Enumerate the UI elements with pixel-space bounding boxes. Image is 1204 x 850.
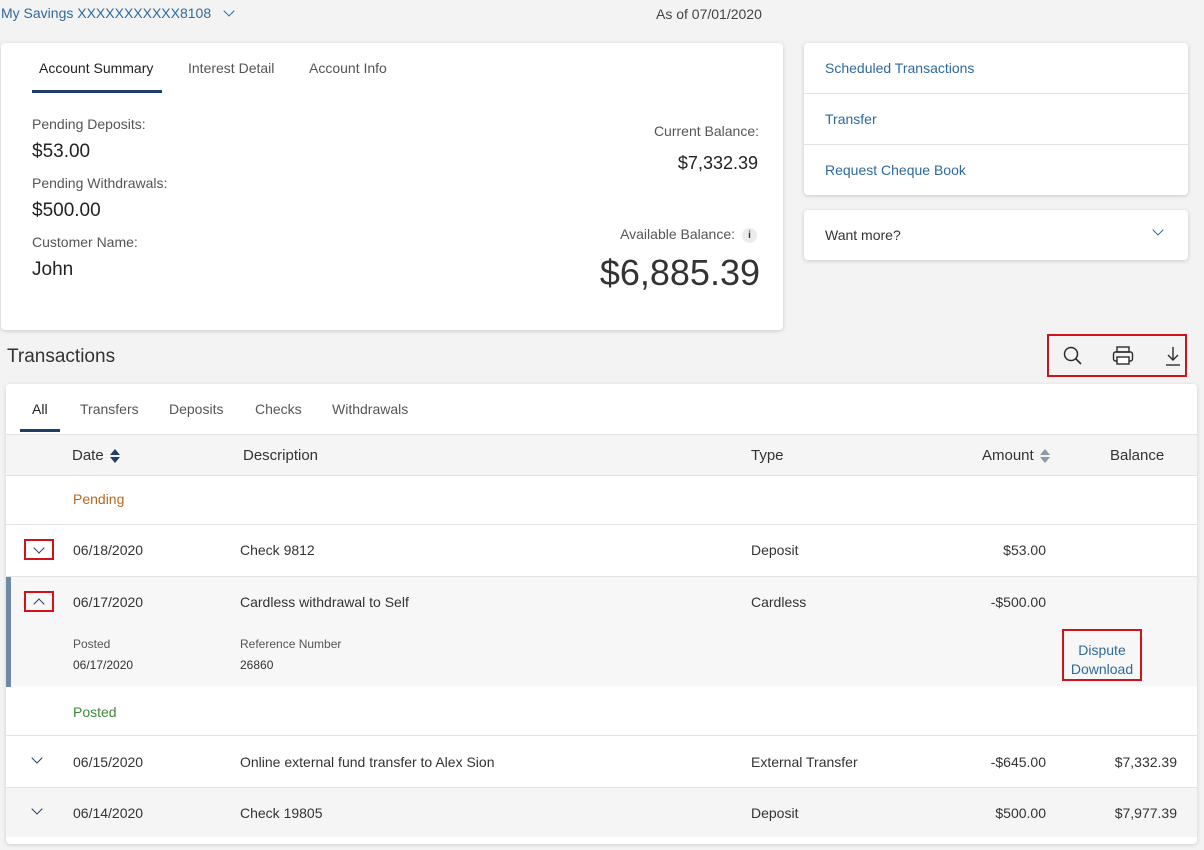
row-amount: $53.00	[1003, 542, 1046, 558]
available-balance-label-wrap: Available Balance: i	[620, 226, 757, 243]
customer-name-label: Customer Name:	[32, 234, 138, 250]
tab-transfers[interactable]: Transfers	[80, 401, 139, 417]
row-amount: $500.00	[995, 805, 1046, 821]
download-icon[interactable]	[1161, 344, 1185, 368]
account-selector-label: My Savings XXXXXXXXXXX8108	[1, 5, 212, 21]
posted-section-header: Posted	[6, 686, 1197, 736]
search-icon[interactable]	[1061, 344, 1085, 368]
detail-posted-value: 06/17/2020	[73, 658, 134, 672]
chevron-down-icon	[33, 542, 45, 554]
table-row[interactable]: 06/18/2020 Check 9812 Deposit $53.00	[6, 524, 1197, 576]
description-column-header: Description	[243, 447, 319, 464]
active-tab-indicator	[32, 90, 162, 93]
info-icon[interactable]: i	[742, 227, 757, 243]
date-column-header[interactable]: Date	[72, 447, 120, 464]
tab-interest-detail[interactable]: Interest Detail	[188, 60, 274, 76]
quick-links-card: Scheduled Transactions Transfer Request …	[804, 43, 1188, 195]
dispute-link[interactable]: Dispute	[1064, 641, 1140, 660]
tab-deposits[interactable]: Deposits	[169, 401, 223, 417]
transactions-table: All Transfers Deposits Checks Withdrawal…	[6, 384, 1197, 844]
dispute-download-actions: Dispute Download	[1062, 629, 1142, 681]
chevron-down-icon	[31, 752, 43, 764]
table-row[interactable]: 06/15/2020 Online external fund transfer…	[6, 737, 1197, 787]
row-date: 06/14/2020	[73, 805, 144, 821]
row-balance: $7,332.39	[1114, 754, 1177, 770]
want-more-label: Want more?	[825, 227, 901, 243]
type-column-header: Type	[751, 447, 784, 464]
table-row[interactable]: 06/14/2020 Check 19805 Deposit $500.00 $…	[6, 787, 1197, 837]
active-tab-indicator	[20, 429, 60, 432]
as-of-date: As of 07/01/2020	[656, 6, 762, 22]
date-header-label: Date	[72, 447, 104, 464]
transactions-title: Transactions	[7, 346, 116, 367]
detail-reference-label: Reference Number	[240, 637, 342, 651]
amount-header-label: Amount	[982, 447, 1034, 464]
pending-withdrawals-value: $500.00	[32, 200, 101, 221]
available-balance-label: Available Balance:	[620, 226, 735, 242]
row-amount: -$645.00	[990, 754, 1046, 770]
pending-deposits-label: Pending Deposits:	[32, 116, 146, 132]
chevron-down-icon	[223, 4, 235, 17]
tab-account-info[interactable]: Account Info	[309, 60, 387, 76]
detail-posted-label: Posted	[73, 637, 111, 651]
expand-row-button[interactable]	[24, 751, 54, 772]
tab-account-summary[interactable]: Account Summary	[39, 60, 153, 76]
sort-icon	[109, 449, 120, 464]
expand-row-button[interactable]	[24, 802, 54, 823]
print-icon[interactable]	[1111, 344, 1135, 368]
row-description: Check 9812	[240, 542, 315, 558]
want-more-dropdown[interactable]: Want more?	[804, 210, 1188, 260]
transfer-link[interactable]: Transfer	[804, 94, 1188, 145]
row-type: External Transfer	[751, 754, 858, 770]
balance-column-header: Balance	[1110, 447, 1165, 464]
amount-column-header[interactable]: Amount	[982, 447, 1050, 464]
chevron-down-icon	[31, 803, 43, 815]
row-description: Cardless withdrawal to Self	[240, 594, 409, 610]
row-amount: -$500.00	[990, 594, 1046, 610]
posted-label: Posted	[73, 704, 117, 720]
pending-deposits-value: $53.00	[32, 141, 91, 162]
account-summary-card: Account Summary Interest Detail Account …	[1, 43, 783, 330]
account-selector[interactable]: My Savings XXXXXXXXXXX8108	[1, 4, 235, 21]
row-type: Deposit	[751, 805, 799, 821]
row-date: 06/15/2020	[73, 754, 144, 770]
table-row-expanded[interactable]: 06/17/2020 Cardless withdrawal to Self C…	[6, 576, 1197, 687]
pending-withdrawals-label: Pending Withdrawals:	[32, 175, 168, 191]
download-link[interactable]: Download	[1064, 660, 1140, 679]
tab-withdrawals[interactable]: Withdrawals	[332, 401, 408, 417]
pending-label: Pending	[73, 491, 125, 507]
row-description: Online external fund transfer to Alex Si…	[240, 754, 495, 770]
chevron-up-icon	[33, 598, 45, 610]
request-cheque-book-link[interactable]: Request Cheque Book	[804, 145, 1188, 196]
expand-row-button[interactable]	[24, 539, 54, 560]
detail-reference-value: 26860	[240, 658, 274, 672]
row-date: 06/17/2020	[73, 594, 144, 610]
transactions-toolbar	[1047, 334, 1187, 377]
current-balance-label: Current Balance:	[653, 123, 759, 139]
scheduled-transactions-link[interactable]: Scheduled Transactions	[804, 43, 1188, 94]
pending-section-header: Pending	[6, 476, 1197, 524]
expanded-indicator	[6, 577, 11, 687]
row-date: 06/18/2020	[73, 542, 144, 558]
chevron-down-icon	[1152, 224, 1164, 236]
row-description: Check 19805	[240, 805, 323, 821]
tab-checks[interactable]: Checks	[255, 401, 302, 417]
sort-icon	[1039, 449, 1050, 464]
table-header: Date Description Type Amount Balance	[6, 434, 1197, 476]
row-type: Deposit	[751, 542, 799, 558]
tab-all[interactable]: All	[32, 401, 48, 417]
collapse-row-button[interactable]	[24, 591, 54, 612]
current-balance-value: $7,332.39	[677, 153, 758, 173]
available-balance-value: $6,885.39	[599, 252, 760, 293]
row-balance: $7,977.39	[1114, 805, 1177, 821]
row-type: Cardless	[751, 594, 807, 610]
customer-name-value: John	[32, 259, 74, 280]
